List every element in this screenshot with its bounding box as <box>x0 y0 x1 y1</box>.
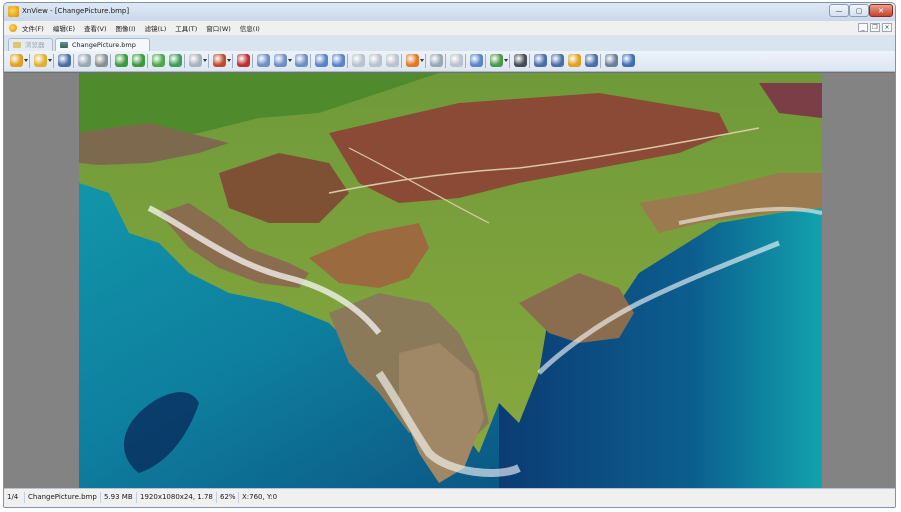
delete-icon[interactable] <box>450 54 463 67</box>
save-icon[interactable] <box>58 54 71 67</box>
menu-edit[interactable]: 编辑(E) <box>53 23 75 33</box>
resize-icon[interactable] <box>169 54 182 67</box>
maximize-button[interactable]: ▢ <box>849 4 869 17</box>
dropdown-arrow-icon[interactable] <box>24 59 28 62</box>
toolbar-separator <box>509 54 510 68</box>
status-file-size: 5.93 MB <box>100 492 136 503</box>
status-coordinates: X:760, Y:0 <box>238 492 298 503</box>
toolbar-separator <box>310 54 311 68</box>
app-window: XnView - [ChangePicture.bmp] — ▢ ✕ 文件(F)… <box>3 2 896 508</box>
dropdown-arrow-icon[interactable] <box>288 59 292 62</box>
dropdown-arrow-icon[interactable] <box>420 59 424 62</box>
toolbar-separator <box>53 54 54 68</box>
menu-bar: 文件(F) 编辑(E) 查看(V) 图像(I) 滤镜(L) 工具(T) 窗口(W… <box>4 21 895 36</box>
zoom-out-icon[interactable] <box>274 54 287 67</box>
red-eye-icon[interactable] <box>237 54 250 67</box>
previous-icon[interactable] <box>315 54 328 67</box>
effects-icon[interactable] <box>189 54 202 67</box>
rotate-right-icon[interactable] <box>132 54 145 67</box>
tab-change-picture-label: ChangePicture.bmp <box>72 41 136 49</box>
toolbar-separator <box>29 54 30 68</box>
menu-image[interactable]: 图像(I) <box>116 23 136 33</box>
window-title: XnView - [ChangePicture.bmp] <box>22 7 130 15</box>
adjust-icon[interactable] <box>152 54 165 67</box>
browser-icon[interactable] <box>10 54 23 67</box>
toolbar-separator <box>232 54 233 68</box>
tab-change-picture[interactable]: ChangePicture.bmp <box>55 38 150 51</box>
document-menu-icon[interactable] <box>9 24 17 32</box>
aerial-coast-photo <box>79 73 822 492</box>
settings-icon[interactable] <box>605 54 618 67</box>
copy-icon[interactable] <box>386 54 399 67</box>
last-icon[interactable] <box>369 54 382 67</box>
menu-info[interactable]: 信息(I) <box>240 23 260 33</box>
binoculars-icon[interactable] <box>514 54 527 67</box>
zoom-in-icon[interactable] <box>257 54 270 67</box>
compare-icon[interactable] <box>470 54 483 67</box>
tab-bar: 浏览器 ChangePicture.bmp <box>4 35 895 52</box>
printer-icon[interactable] <box>534 54 547 67</box>
status-dimensions: 1920x1080x24, 1.78 <box>136 492 216 503</box>
toolbar-separator <box>347 54 348 68</box>
toolbar-separator <box>73 54 74 68</box>
menu-tools[interactable]: 工具(T) <box>175 23 197 33</box>
minimize-button[interactable]: — <box>829 4 849 17</box>
dropdown-arrow-icon[interactable] <box>227 59 231 62</box>
toolbar-separator <box>445 54 446 68</box>
toolbar-separator <box>485 54 486 68</box>
toolbar-separator <box>529 54 530 68</box>
image-viewer[interactable] <box>4 72 895 492</box>
status-image-index: 1/4 <box>7 493 19 501</box>
document-close-button[interactable]: × <box>882 23 892 32</box>
toolbar-separator <box>425 54 426 68</box>
toolbar-separator <box>600 54 601 68</box>
xnview-app-icon[interactable] <box>8 6 19 17</box>
convert-icon[interactable] <box>585 54 598 67</box>
toolbar-separator <box>252 54 253 68</box>
dropdown-arrow-icon[interactable] <box>48 59 52 62</box>
info-icon[interactable] <box>622 54 635 67</box>
toolbar-separator <box>465 54 466 68</box>
toolbar-separator <box>110 54 111 68</box>
zoom-fit-icon[interactable] <box>295 54 308 67</box>
scanner-icon[interactable] <box>551 54 564 67</box>
menu-filter[interactable]: 滤镜(L) <box>145 23 167 33</box>
menu-view[interactable]: 查看(V) <box>84 23 107 33</box>
next-icon[interactable] <box>332 54 345 67</box>
slideshow-icon[interactable] <box>406 54 419 67</box>
title-bar[interactable]: XnView - [ChangePicture.bmp] — ▢ ✕ <box>4 3 895 21</box>
folder-icon <box>13 42 21 48</box>
toolbar-separator <box>184 54 185 68</box>
open-folder-icon[interactable] <box>34 54 47 67</box>
document-minimize-button[interactable]: _ <box>858 23 868 32</box>
status-filename: ChangePicture.bmp <box>24 492 100 503</box>
status-zoom: 62% <box>216 492 238 503</box>
menu-file[interactable]: 文件(F) <box>22 23 44 33</box>
rotate-left-icon[interactable] <box>115 54 128 67</box>
tab-browser[interactable]: 浏览器 <box>8 38 53 51</box>
crop-icon[interactable] <box>95 54 108 67</box>
tab-browser-label: 浏览器 <box>25 41 45 49</box>
close-button[interactable]: ✕ <box>869 4 893 17</box>
toolbar-separator <box>401 54 402 68</box>
batch-icon[interactable] <box>490 54 503 67</box>
toolbar-separator <box>147 54 148 68</box>
menu-window[interactable]: 窗口(W) <box>206 23 231 33</box>
dropdown-arrow-icon[interactable] <box>504 59 508 62</box>
document-restore-button[interactable]: ❐ <box>870 23 880 32</box>
main-toolbar <box>4 51 895 72</box>
toolbar-separator <box>208 54 209 68</box>
filter-icon[interactable] <box>213 54 226 67</box>
first-icon[interactable] <box>352 54 365 67</box>
print-preview-icon[interactable] <box>78 54 91 67</box>
capture-icon[interactable] <box>568 54 581 67</box>
dropdown-arrow-icon[interactable] <box>203 59 207 62</box>
coastline-image <box>79 73 822 492</box>
fullscreen-icon[interactable] <box>430 54 443 67</box>
status-bar: 1/4 ChangePicture.bmp 5.93 MB 1920x1080x… <box>4 488 895 507</box>
image-file-icon <box>60 42 68 48</box>
